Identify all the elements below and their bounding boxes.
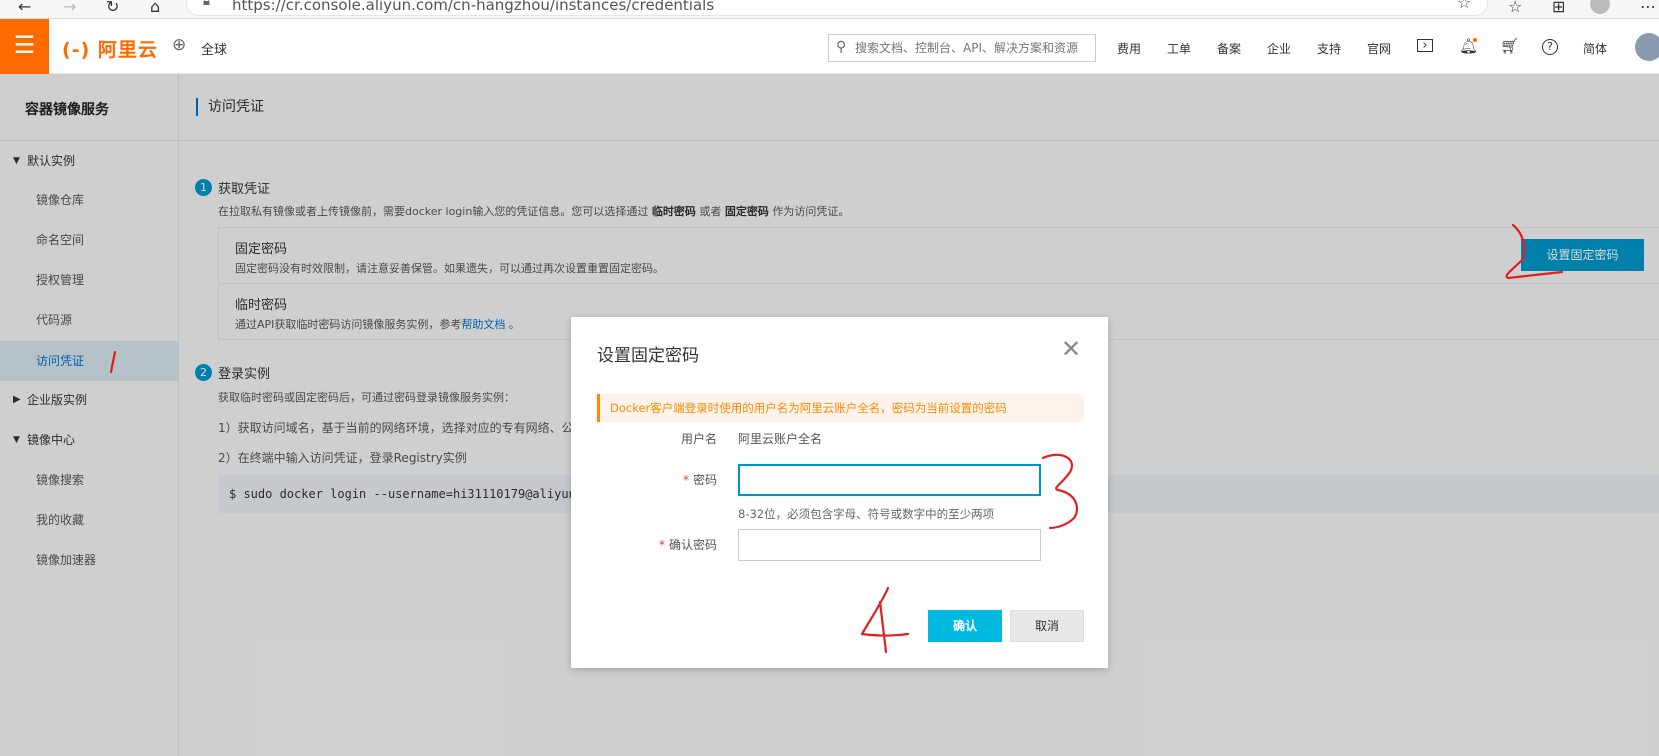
menu-button[interactable]: ☰ [0,19,49,74]
label-text: 确认密码 [668,538,717,552]
nav-link-enterprise[interactable]: 企业 [1267,40,1291,57]
search-input[interactable] [855,35,1093,61]
back-icon[interactable]: ← [18,0,31,16]
password-hint: 8-32位，必须包含字母、符号或数字中的至少两项 [738,507,995,521]
browser-toolbar: ← → ↻ ⌂ 🔒︎ https://cr.console.aliyun.com… [0,0,1659,19]
lock-icon: 🔒︎ [203,0,210,9]
info-alert: Docker客户端登录时使用的用户名为阿里云账户全名，密码为当前设置的密码 [597,394,1084,422]
label-text: 密码 [692,473,717,487]
cancel-button[interactable]: 取消 [1010,610,1084,642]
region-selector[interactable]: 全球 [201,39,227,58]
confirm-button[interactable]: 确认 [928,610,1002,642]
language-selector[interactable]: 简体 [1583,40,1607,57]
username-value: 阿里云账户全名 [738,432,823,446]
forward-icon[interactable]: → [63,0,76,16]
top-navigation: ☰ (-) 阿里云 ⊕ 全球 ⚲ 费用 工单 备案 企业 支持 官网 › 🔔︎ … [0,19,1659,74]
address-bar[interactable]: 🔒︎ https://cr.console.aliyun.com/cn-hang… [186,0,1488,16]
password-input[interactable] [738,464,1041,496]
globe-icon: ⊕ [172,35,187,55]
more-icon[interactable]: ⋯ [1640,0,1656,16]
nav-link-website[interactable]: 官网 [1367,40,1391,57]
home-icon[interactable]: ⌂ [150,0,160,16]
refresh-icon[interactable]: ↻ [106,0,119,16]
dialog-title: 设置固定密码 [597,346,699,366]
confirm-password-label: * 确认密码 [597,536,717,553]
search-box[interactable]: ⚲ [828,34,1096,62]
address-url: https://cr.console.aliyun.com/cn-hangzho… [232,0,715,14]
required-asterisk: * [682,473,689,487]
nav-link-tickets[interactable]: 工单 [1167,40,1191,57]
nav-link-fees[interactable]: 费用 [1117,40,1141,57]
avatar[interactable] [1635,33,1659,61]
help-icon[interactable]: ? [1542,39,1558,55]
username-label: 用户名 [680,432,717,446]
search-icon: ⚲ [836,39,847,55]
set-password-dialog: 设置固定密码 ✕ Docker客户端登录时使用的用户名为阿里云账户全名，密码为当… [571,317,1108,668]
collections-icon[interactable]: ⊞ [1552,0,1565,16]
favorite-star-icon[interactable]: ☆ [1457,0,1471,12]
profile-icon[interactable] [1590,0,1610,14]
aliyun-logo[interactable]: (-) 阿里云 [62,35,158,62]
nav-link-support[interactable]: 支持 [1317,40,1341,57]
cart-icon[interactable]: 🛒︎ [1500,37,1519,55]
nav-link-icp[interactable]: 备案 [1217,40,1241,57]
close-icon[interactable]: ✕ [1061,337,1081,361]
confirm-password-input[interactable] [738,529,1041,561]
notification-dot [1473,38,1477,42]
favorites-icon[interactable]: ☆ [1508,0,1522,16]
terminal-icon[interactable]: › [1417,39,1433,52]
password-label: * 密码 [597,471,717,488]
required-asterisk: * [658,538,665,552]
